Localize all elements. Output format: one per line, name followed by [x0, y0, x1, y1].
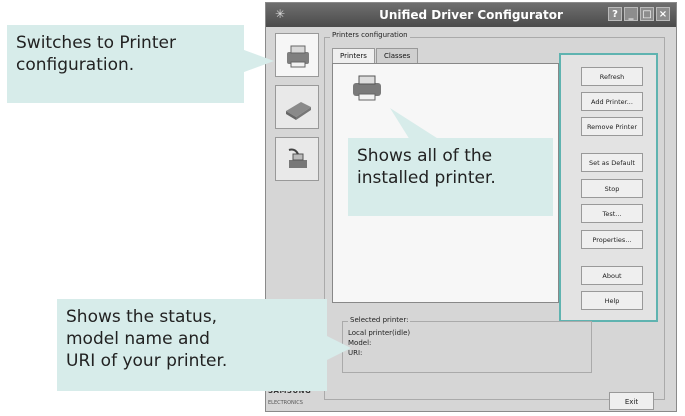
- printer-icon: [287, 45, 309, 68]
- scanner-config-button[interactable]: [275, 85, 319, 129]
- close-button[interactable]: ×: [656, 7, 670, 21]
- selected-printer-title: Selected printer:: [348, 316, 411, 324]
- stop-button[interactable]: Stop: [581, 179, 643, 198]
- tab-classes[interactable]: Classes: [375, 48, 419, 63]
- printer-config-button[interactable]: [275, 33, 319, 77]
- status-callout-line-3: URI of your printer.: [66, 351, 228, 371]
- help-window-button[interactable]: ?: [608, 7, 622, 21]
- test-button[interactable]: Test...: [581, 204, 643, 223]
- installed-printers-callout-line-1: Shows all of the: [357, 146, 493, 166]
- printer-actions-panel: Refresh Add Printer... Remove Printer Se…: [559, 53, 658, 322]
- status-callout: Shows the status, model name and URI of …: [57, 299, 327, 391]
- title-bar: ✳ Unified Driver Configurator ? _ □ ×: [266, 3, 676, 27]
- exit-button[interactable]: Exit: [609, 392, 654, 410]
- set-default-button[interactable]: Set as Default: [581, 153, 643, 172]
- minimize-button[interactable]: _: [624, 7, 638, 21]
- about-button[interactable]: About: [581, 266, 643, 285]
- window-title: Unified Driver Configurator: [379, 8, 563, 22]
- add-printer-button[interactable]: Add Printer...: [581, 92, 643, 111]
- status-callout-arrow: [327, 336, 351, 360]
- status-callout-line-1: Shows the status,: [66, 307, 218, 327]
- status-callout-line-2: model name and: [66, 329, 210, 349]
- printer-config-callout-line-2: configuration.: [16, 55, 135, 75]
- selected-printer-model: Model:: [348, 339, 372, 347]
- remove-printer-button[interactable]: Remove Printer: [581, 117, 643, 136]
- samsung-logo-subtitle: ELECTRONICS: [268, 400, 303, 406]
- scanner-icon: [286, 102, 311, 120]
- printer-config-callout: Switches to Printer configuration.: [7, 25, 244, 103]
- installed-printers-callout-line-2: installed printer.: [357, 168, 496, 188]
- refresh-button[interactable]: Refresh: [581, 67, 643, 86]
- installed-printer-icon[interactable]: [349, 72, 385, 102]
- maximize-button[interactable]: □: [640, 7, 654, 21]
- installed-printers-callout-arrow: [390, 108, 440, 140]
- tab-printers[interactable]: Printers: [332, 48, 375, 63]
- selected-printer-status: Local printer(idle): [348, 329, 411, 337]
- window-controls: ? _ □ ×: [608, 7, 670, 21]
- app-icon: ✳: [274, 7, 286, 21]
- port-config-button[interactable]: [275, 137, 319, 181]
- left-toolbar: [275, 33, 319, 189]
- properties-button[interactable]: Properties...: [581, 230, 643, 249]
- printer-config-callout-arrow: [236, 47, 274, 75]
- printer-config-callout-line-1: Switches to Printer: [16, 33, 176, 53]
- help-button[interactable]: Help: [581, 291, 643, 310]
- printer-tabs: Printers Classes: [332, 48, 419, 63]
- installed-printers-callout: Shows all of the installed printer.: [348, 138, 553, 216]
- port-icon: [288, 148, 307, 168]
- printers-configuration-label: Printers configuration: [330, 31, 410, 39]
